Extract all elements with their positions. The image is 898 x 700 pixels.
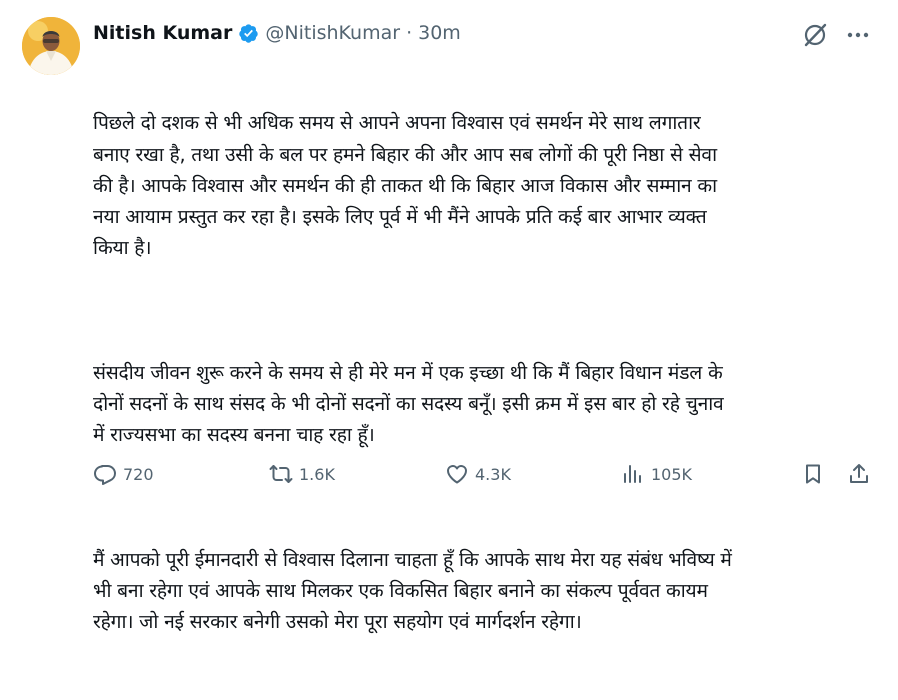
- tweet-paragraph: मैं आपको पूरी ईमानदारी से विश्वास दिलाना…: [93, 547, 732, 634]
- repost-button[interactable]: 1.6K: [269, 460, 335, 488]
- heart-icon: [447, 465, 467, 484]
- views-chart-icon: [624, 465, 641, 483]
- author-handle[interactable]: @NitishKumar: [265, 22, 400, 44]
- bookmark-button[interactable]: [801, 460, 825, 488]
- repost-icon: [269, 465, 293, 483]
- like-button[interactable]: 4.3K: [445, 460, 511, 488]
- verified-badge-icon: [239, 23, 259, 43]
- repost-count: 1.6K: [299, 464, 335, 484]
- share-button[interactable]: [847, 460, 871, 488]
- reply-count: 720: [123, 464, 154, 484]
- views-count: 105K: [651, 464, 693, 484]
- time-separator: ·: [406, 22, 413, 44]
- share-icon: [850, 464, 868, 483]
- tweet-paragraph: संसदीय जीवन शुरू करने के समय से ही मेरे …: [93, 360, 724, 447]
- tweet-timestamp[interactable]: 30m: [418, 22, 461, 44]
- tweet-body: पिछले दो दशक से भी अधिक समय से आपने अपना…: [93, 45, 878, 700]
- views-button[interactable]: 105K: [621, 460, 692, 488]
- like-count: 4.3K: [475, 464, 511, 484]
- tweet-paragraph: पिछले दो दशक से भी अधिक समय से आपने अपना…: [93, 111, 717, 260]
- avatar[interactable]: [22, 17, 80, 75]
- tweet-header: Nitish Kumar @NitishKumar · 30m: [93, 20, 461, 46]
- bookmark-icon: [806, 464, 820, 484]
- author-name[interactable]: Nitish Kumar: [93, 22, 232, 44]
- reply-button[interactable]: 720: [93, 460, 154, 488]
- tweet-actions-bar: 720 1.6K 4.3K 105K: [93, 460, 878, 488]
- avatar-image: [22, 17, 80, 75]
- reply-icon: [94, 465, 116, 485]
